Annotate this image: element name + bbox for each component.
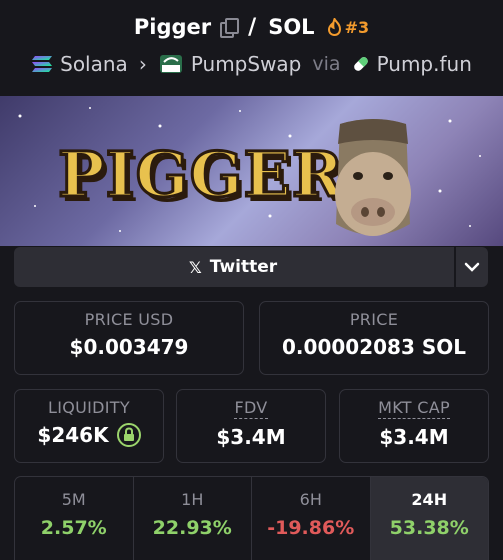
price-usd-label: PRICE USD xyxy=(84,310,174,329)
tab-24h[interactable]: 24H 53.38% xyxy=(370,477,488,560)
chevron-right-icon: › xyxy=(138,52,147,76)
token-name: Pigger xyxy=(133,15,212,39)
market-cap-card: MKT CAP $3.4M xyxy=(339,389,489,463)
token-banner: PIGGER xyxy=(0,96,503,246)
twitter-label: Twitter xyxy=(209,257,278,277)
twitter-button[interactable]: 𝕏 Twitter xyxy=(14,247,452,287)
price-sol-label: PRICE xyxy=(349,310,399,329)
period-label: 24H xyxy=(411,490,448,509)
period-change: -19.86% xyxy=(267,517,355,539)
chain-link[interactable]: Solana xyxy=(60,52,128,76)
pair-title-row: Pigger / SOL #3 xyxy=(0,10,503,44)
solana-icon xyxy=(32,56,53,72)
trending-rank-badge[interactable]: #3 xyxy=(327,17,370,37)
price-usd-value: $0.003479 xyxy=(69,335,189,359)
period-change: 2.57% xyxy=(40,517,107,539)
fdv-value: $3.4M xyxy=(216,425,286,449)
tab-1h[interactable]: 1H 22.93% xyxy=(134,477,252,560)
liquidity-label: LIQUIDITY xyxy=(48,398,130,417)
pair-separator: / xyxy=(248,14,257,40)
price-sol-card: PRICE 0.00002083 SOL xyxy=(259,301,489,375)
fdv-label[interactable]: FDV xyxy=(234,398,268,419)
liquidity-value-row: $246K xyxy=(15,423,163,447)
chain-info-row: Solana › PumpSwap via Pump.fun xyxy=(0,50,503,78)
fdv-card: FDV $3.4M xyxy=(176,389,326,463)
tab-5m[interactable]: 5M 2.57% xyxy=(15,477,134,560)
launchpad-link[interactable]: Pump.fun xyxy=(377,52,472,76)
liquidity-value: $246K xyxy=(37,423,109,447)
copy-icon[interactable] xyxy=(220,18,240,38)
rank-value: #3 xyxy=(344,17,370,37)
pumpswap-icon xyxy=(159,55,182,73)
via-label: via xyxy=(312,53,341,75)
period-change: 22.93% xyxy=(152,517,232,539)
dex-link[interactable]: PumpSwap xyxy=(191,52,302,76)
price-change-tabs: 5M 2.57% 1H 22.93% 6H -19.86% 24H 53.38% xyxy=(14,476,489,560)
market-cap-value: $3.4M xyxy=(379,425,449,449)
period-label: 6H xyxy=(299,490,322,509)
more-links-button[interactable] xyxy=(456,247,488,287)
price-usd-card: PRICE USD $0.003479 xyxy=(14,301,244,375)
market-cap-label[interactable]: MKT CAP xyxy=(378,398,450,419)
social-bar: 𝕏 Twitter xyxy=(14,247,488,287)
period-change: 53.38% xyxy=(389,517,469,539)
period-label: 1H xyxy=(181,490,204,509)
quote-token: SOL xyxy=(268,15,315,39)
chevron-down-icon xyxy=(464,262,480,272)
banner-logo-text: PIGGER xyxy=(56,137,345,213)
pig-image xyxy=(335,119,411,236)
price-sol-value: 0.00002083 SOL xyxy=(282,335,466,359)
pill-icon xyxy=(353,57,368,71)
liquidity-card: LIQUIDITY $246K xyxy=(14,389,164,463)
period-label: 5M xyxy=(61,490,86,509)
x-logo-icon: 𝕏 xyxy=(188,257,202,277)
flame-icon xyxy=(327,18,341,36)
tab-6h[interactable]: 6H -19.86% xyxy=(252,477,371,560)
pair-header: Pigger / SOL #3 Solana › PumpSwap via Pu… xyxy=(0,0,503,96)
lock-icon[interactable] xyxy=(116,423,141,447)
